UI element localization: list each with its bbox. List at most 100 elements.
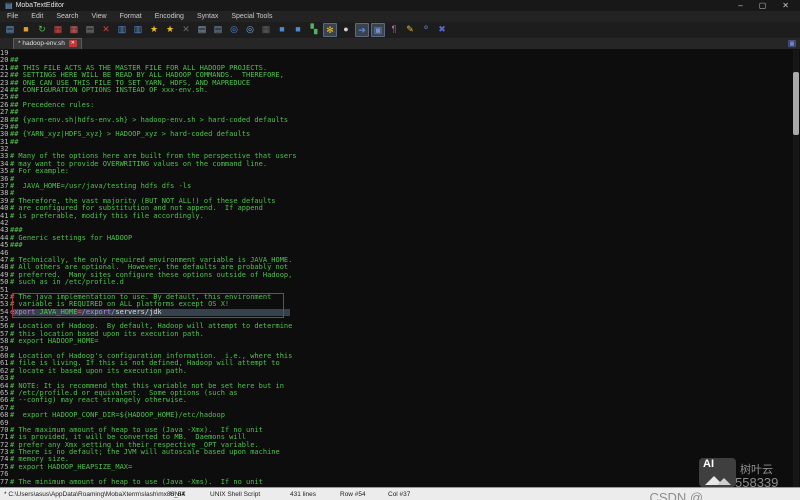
code-area[interactable]: 19 20 ## 21 ## THIS FILE ACTS AS THE MASTER … xyxy=(0,50,800,486)
code-line-42: 42 xyxy=(0,219,800,227)
find-icon[interactable]: ◎ xyxy=(243,23,257,37)
apple-icon[interactable]: ● xyxy=(339,23,353,37)
book-toggle-icon[interactable]: ▣ xyxy=(371,23,385,37)
open-folder-icon[interactable]: ■ xyxy=(19,23,33,37)
status-line-count: 431 lines xyxy=(290,491,317,498)
menu-encoding[interactable]: Encoding xyxy=(155,13,184,20)
print-icon[interactable]: ▤ xyxy=(83,23,97,37)
bookmark-star-icon[interactable]: ★ xyxy=(147,23,161,37)
tab-list-icon[interactable]: ▣ xyxy=(787,38,797,48)
code-line-41: 41 # is preferable, modify this file acco… xyxy=(0,211,800,220)
code-line-75: 75 # export HADOOP_HEAPSIZE_MAX= xyxy=(0,462,800,471)
line-number: 77 xyxy=(0,477,9,486)
code-line-62: 62 # locate it based upon its execution p… xyxy=(0,366,800,375)
code-line-25: 25 ## xyxy=(0,93,800,101)
menu-edit[interactable]: Edit xyxy=(31,13,43,20)
bookmark-star2-icon[interactable]: ★ xyxy=(163,23,177,37)
csdn-watermark-suffix: 558339 xyxy=(735,475,779,490)
status-format: UNIX xyxy=(170,491,186,498)
editor: 19 20 ## 21 ## THIS FILE ACTS AS THE MASTER … xyxy=(0,50,800,487)
tab-close-icon[interactable]: ✕ xyxy=(68,40,77,47)
status-row: Row #54 xyxy=(340,491,366,498)
code-line-37: 37 # JAVA_HOME=/usr/java/testing hdfs dfs… xyxy=(0,182,800,191)
code-line-58: 58 # export HADOOP_HOME= xyxy=(0,337,800,346)
script-toggle-icon[interactable]: ✻ xyxy=(323,23,337,37)
code-line-73: 73 # There is no default; the JVM will au… xyxy=(0,448,800,456)
code-text: # export HADOOP_HEAPSIZE_MAX= xyxy=(10,462,133,471)
code-text: # The minimum amount of heap to use (Jav… xyxy=(10,477,263,486)
forward-toggle-icon[interactable]: ➔ xyxy=(355,23,369,37)
ai-logo-text: AI xyxy=(703,458,714,470)
code-text: ## {YARN_xyz|HDFS_xyz} > HADOOP_xyz > ha… xyxy=(10,130,251,139)
grid-icon[interactable]: ▦ xyxy=(259,23,273,37)
folder-blue2-icon[interactable]: ■ xyxy=(291,23,305,37)
title-bar: ▤ MobaTextEditor – ▢ ✕ xyxy=(0,0,800,11)
watermark-brand: 树叶云 xyxy=(740,464,773,476)
reload-icon[interactable]: ↻ xyxy=(35,23,49,37)
code-text: # Generic settings for HADOOP xyxy=(10,233,133,242)
code-text: # locate it based upon its execution pat… xyxy=(10,366,188,375)
menu-syntax[interactable]: Syntax xyxy=(197,13,218,20)
code-line-45: 45 ### xyxy=(0,241,800,250)
menu-file[interactable]: File xyxy=(7,13,18,20)
menu-special-tools[interactable]: Special Tools xyxy=(231,13,272,20)
tab-label: * hadoop-env.sh xyxy=(18,40,65,47)
code-line-44: 44 # Generic settings for HADOOP xyxy=(0,233,800,242)
scrollbar-thumb[interactable] xyxy=(793,72,799,135)
edit-pencil-icon[interactable]: ✎ xyxy=(403,23,417,37)
status-syntax: UNIX Shell Script xyxy=(210,491,261,498)
paste-icon[interactable]: ▤ xyxy=(211,23,225,37)
save-icon[interactable]: ▦ xyxy=(51,23,65,37)
menu-search[interactable]: Search xyxy=(56,13,78,20)
code-line-26: 26 ## Precedence rules: xyxy=(0,100,800,109)
minimize-button[interactable]: – xyxy=(738,1,742,10)
menu-bar: File Edit Search View Format Encoding Sy… xyxy=(0,11,800,22)
code-text: ## CONFIGURATION OPTIONS INSTEAD OF xxx-… xyxy=(10,85,209,94)
window-controls: – ▢ ✕ xyxy=(738,1,789,10)
close-file-icon[interactable]: ✕ xyxy=(99,23,113,37)
mobatexteditor-window: ▤ MobaTextEditor – ▢ ✕ File Edit Search … xyxy=(0,0,800,500)
window-title: MobaTextEditor xyxy=(15,2,65,9)
new-file-icon[interactable]: ▤ xyxy=(3,23,17,37)
cut-icon[interactable]: ✕ xyxy=(179,23,193,37)
code-line-28: 28 ## {yarn-env.sh|hdfs-env.sh} > hadoop-… xyxy=(0,115,800,124)
exit-icon[interactable]: ✖ xyxy=(435,23,449,37)
code-line-34: 34 # may want to provide OVERWRITING valu… xyxy=(0,160,800,168)
code-text: ## Precedence rules: xyxy=(10,100,95,109)
code-line-31: 31 ## xyxy=(0,138,800,146)
maximize-button[interactable]: ▢ xyxy=(759,1,767,10)
zoom-in-icon[interactable]: ◎ xyxy=(227,23,241,37)
status-col: Col #37 xyxy=(388,491,411,498)
panel-left-icon[interactable]: ▥ xyxy=(115,23,129,37)
ai-logo: AI xyxy=(699,458,736,487)
code-text: ## {yarn-env.sh|hdfs-env.sh} > hadoop-en… xyxy=(10,115,289,124)
save-as-icon[interactable]: ▦ xyxy=(67,23,81,37)
app-icon: ▤ xyxy=(5,1,13,10)
copy-icon[interactable]: ▤ xyxy=(195,23,209,37)
csdn-watermark-prefix: CSDN @ xyxy=(649,490,704,500)
code-text: export JAVA_HOME=/export/servers/jdk xyxy=(10,307,162,316)
pilcrow-icon[interactable]: ¶ xyxy=(387,23,401,37)
code-text: ### xyxy=(10,241,23,250)
code-text: # JAVA_HOME=/usr/java/testing hdfs dfs -… xyxy=(10,182,192,191)
colors-icon[interactable]: ▚ xyxy=(307,23,321,37)
code-text: # --config) may react strangely otherwis… xyxy=(10,396,188,405)
superscript-icon[interactable]: º xyxy=(419,23,433,37)
close-button[interactable]: ✕ xyxy=(782,1,789,10)
code-text: # For example: xyxy=(10,167,70,176)
code-text: # such as in /etc/profile.d xyxy=(10,278,124,287)
folder-blue-icon[interactable]: ■ xyxy=(275,23,289,37)
panel-right-icon[interactable]: ▥ xyxy=(131,23,145,37)
tab-hadoop-env[interactable]: * hadoop-env.sh ✕ xyxy=(13,38,82,49)
code-line-54: 54 export JAVA_HOME=/export/servers/jdk xyxy=(0,307,800,317)
code-text: # export HADOOP_HOME= xyxy=(10,337,99,346)
code-line-68: 68 # export HADOOP_CONF_DIR=${HADOOP_HOME… xyxy=(0,411,800,420)
code-line-35: 35 # For example: xyxy=(0,167,800,176)
code-text: # export HADOOP_CONF_DIR=${HADOOP_HOME}/… xyxy=(10,411,225,420)
menu-view[interactable]: View xyxy=(92,13,107,20)
menu-format[interactable]: Format xyxy=(120,13,142,20)
mountain-icon-small xyxy=(717,478,731,485)
code-text: # is preferable, modify this file accord… xyxy=(10,211,204,220)
code-line-24: 24 ## CONFIGURATION OPTIONS INSTEAD OF xx… xyxy=(0,85,800,94)
code-line-19: 19 xyxy=(0,50,800,57)
